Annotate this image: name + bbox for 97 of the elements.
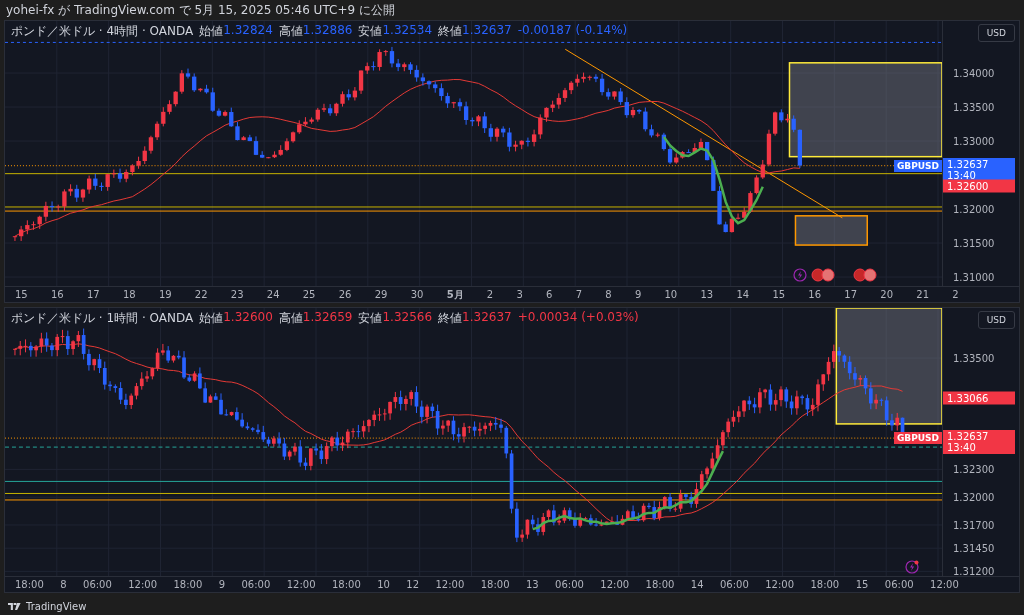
price-tick: 1.32000 xyxy=(953,491,995,503)
time-label: 30 xyxy=(410,289,424,300)
time-label: 13 xyxy=(525,579,539,590)
time-label: 12:00 xyxy=(128,579,158,590)
time-label: 16 xyxy=(808,289,822,300)
currency-button[interactable]: USD xyxy=(977,24,1015,42)
time-label: 6 xyxy=(546,289,553,300)
time-label: 18:00 xyxy=(810,579,840,590)
ohlc-value: 1.32637 xyxy=(462,23,512,39)
price-change: -0.00187 (-0.14%) xyxy=(517,23,628,39)
price-tick: 1.33000 xyxy=(953,135,995,147)
price-tick: 1.33500 xyxy=(953,352,995,364)
price-tick: 1.31450 xyxy=(953,542,995,554)
time-label: 18:00 xyxy=(480,579,510,590)
price-tag: 1.32637 13:40 xyxy=(943,430,1015,455)
lightning-icon xyxy=(793,268,807,282)
time-label: 14 xyxy=(690,579,704,590)
ohlc-value: 1.32824 xyxy=(223,23,273,39)
ohlc-label: 高値 xyxy=(278,23,303,40)
time-label: 8 xyxy=(605,289,612,300)
time-label: 17 xyxy=(86,289,100,300)
price-tick: 1.31500 xyxy=(953,237,995,249)
ohlc-value: 1.32637 xyxy=(462,310,512,326)
time-label: 29 xyxy=(374,289,388,300)
symbol-tag: GBPUSD xyxy=(893,432,942,445)
time-label: 06:00 xyxy=(719,579,749,590)
time-label: 12:00 xyxy=(286,579,316,590)
symbol-title: ポンド／米ドル · 1時間 · OANDA xyxy=(11,310,194,327)
price-tick: 1.31700 xyxy=(953,519,995,531)
currency-button[interactable]: USD xyxy=(977,311,1015,329)
ohlc-label: 始値 xyxy=(199,310,224,327)
price-tag: 1.32637 13:40 xyxy=(943,157,1015,182)
lightning-icon xyxy=(905,560,919,574)
ohlc-value: 1.32659 xyxy=(302,310,353,326)
ohlc-label: 終値 xyxy=(438,23,463,40)
ohlc-label: 安値 xyxy=(358,310,383,327)
time-label: 15 xyxy=(15,289,28,300)
time-label: 06:00 xyxy=(884,579,914,590)
price-tick: 1.31000 xyxy=(953,271,995,283)
time-label: 13 xyxy=(700,289,714,300)
time-label: 15 xyxy=(855,579,869,590)
ohlc-value: 1.32534 xyxy=(382,23,433,39)
ohlc-label: 安値 xyxy=(358,23,383,40)
ohlc-value: 1.32600 xyxy=(223,310,273,326)
time-label: 20 xyxy=(880,289,894,300)
time-label: 18:00 xyxy=(15,579,44,590)
time-label: 9 xyxy=(634,289,642,300)
price-tick: 1.32300 xyxy=(953,463,995,475)
time-label: 24 xyxy=(266,289,280,300)
time-label: 12:00 xyxy=(930,579,959,590)
time-label: 06:00 xyxy=(241,579,271,590)
time-label: 17 xyxy=(844,289,858,300)
publish-info: yohei-fx が TradingView.com で 5月 15, 2025 05:46 UTC+9 に公開 xyxy=(6,1,395,19)
logo-icon xyxy=(8,601,22,611)
time-label: 14 xyxy=(736,289,750,300)
time-label: 5月 xyxy=(446,287,464,302)
time-label: 10 xyxy=(664,289,678,300)
time-label: 22 xyxy=(194,289,208,300)
symbol-tag: GBPUSD xyxy=(893,159,942,172)
time-label: 12:00 xyxy=(435,579,465,590)
time-label: 23 xyxy=(230,289,244,300)
ohlc-value: 1.32566 xyxy=(382,310,433,326)
ohlc-value: 1.32886 xyxy=(302,23,353,39)
time-label: 21 xyxy=(916,289,929,300)
time-label: 18 xyxy=(122,289,136,300)
time-label: 12 xyxy=(406,579,420,590)
price-tag: 1.33066 xyxy=(943,391,1015,405)
time-label: 26 xyxy=(338,289,352,300)
time-label: 2 xyxy=(952,289,959,300)
time-label: 16 xyxy=(50,289,64,300)
time-label: 3 xyxy=(516,289,523,300)
price-tag: 1.32600 xyxy=(943,179,1015,193)
ohlc-label: 終値 xyxy=(438,310,463,327)
price-tick: 1.32000 xyxy=(953,203,995,215)
time-label: 12:00 xyxy=(765,579,794,590)
time-label: 25 xyxy=(302,289,316,300)
time-label: 10 xyxy=(377,579,390,590)
price-tick: 1.33500 xyxy=(953,101,995,113)
time-label: 2 xyxy=(486,289,494,300)
time-label: 15 xyxy=(772,289,786,300)
time-label: 7 xyxy=(575,289,583,300)
time-label: 18:00 xyxy=(173,579,203,590)
ohlc-label: 始値 xyxy=(199,23,224,40)
time-label: 18:00 xyxy=(645,579,675,590)
time-label: 06:00 xyxy=(555,579,584,590)
symbol-title: ポンド／米ドル · 4時間 · OANDA xyxy=(11,23,194,40)
time-label: 12:00 xyxy=(600,579,630,590)
price-tick: 1.34000 xyxy=(953,67,995,79)
time-label: 9 xyxy=(218,579,226,590)
price-tick: 1.31200 xyxy=(953,565,995,577)
time-label: 19 xyxy=(158,289,172,300)
brand-name: TradingView xyxy=(26,600,87,612)
time-label: 18:00 xyxy=(331,579,361,590)
time-label: 06:00 xyxy=(83,579,112,590)
price-change: +0.00034 (+0.03%) xyxy=(517,310,639,326)
ohlc-label: 高値 xyxy=(278,310,303,327)
time-label: 8 xyxy=(60,579,67,590)
